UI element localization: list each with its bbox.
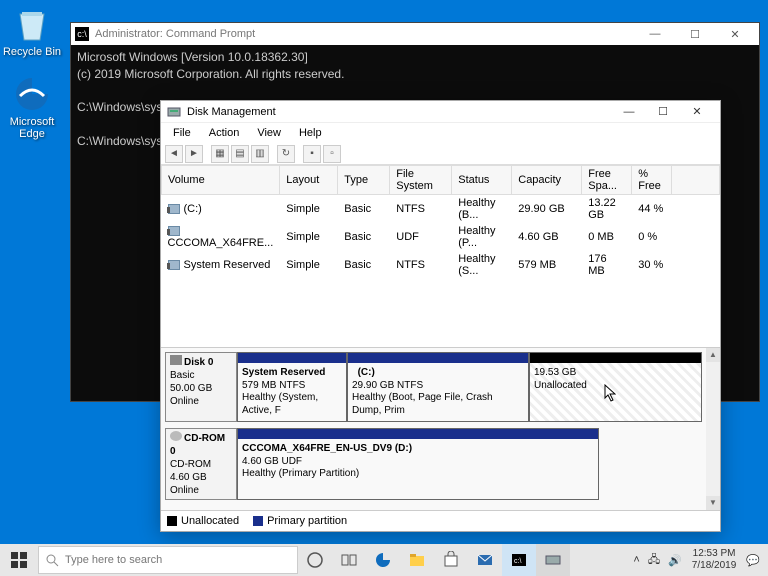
toolbar-view1-button[interactable]: ▦ xyxy=(211,145,229,163)
forward-button[interactable]: ► xyxy=(185,145,203,163)
taskbar-app-edge[interactable] xyxy=(366,544,400,576)
disk-graphical-view: ▲ Disk 0 Basic 50.00 GB Online System Re… xyxy=(161,347,720,510)
disk-management-window[interactable]: Disk Management — ☐ ✕ File Action View H… xyxy=(160,100,721,532)
toolbar-view3-button[interactable]: ▥ xyxy=(251,145,269,163)
taskbar-app-store[interactable] xyxy=(434,544,468,576)
partition-unallocated[interactable]: 19.53 GB Unallocated xyxy=(529,352,702,422)
maximize-button[interactable]: ☐ xyxy=(646,101,680,123)
toolbar-view2-button[interactable]: ▤ xyxy=(231,145,249,163)
legend-swatch-unallocated xyxy=(167,516,177,526)
col-status[interactable]: Status xyxy=(452,166,512,195)
col-freespace[interactable]: Free Spa... xyxy=(582,166,632,195)
disk-row: Disk 0 Basic 50.00 GB Online System Rese… xyxy=(165,352,716,422)
volume-row[interactable]: CCCOMA_X64FRE... Simple Basic UDF Health… xyxy=(162,223,720,251)
cdrom-icon xyxy=(170,431,182,441)
legend-swatch-primary xyxy=(253,516,263,526)
task-view-button[interactable] xyxy=(332,544,366,576)
partition-c[interactable]: (C:) 29.90 GB NTFS Healthy (Boot, Page F… xyxy=(347,352,529,422)
taskbar-app-explorer[interactable] xyxy=(400,544,434,576)
volume-icon xyxy=(168,226,180,236)
disk-icon xyxy=(170,355,182,365)
minimize-button[interactable]: — xyxy=(612,101,646,123)
window-title: Administrator: Command Prompt xyxy=(95,28,255,40)
taskbar: Type here to search c:\ ˄ 🖧 🔊 12:53 PM 7… xyxy=(0,544,768,576)
window-titlebar[interactable]: Disk Management — ☐ ✕ xyxy=(161,101,720,123)
close-button[interactable]: ✕ xyxy=(680,101,714,123)
system-tray: ˄ 🖧 🔊 12:53 PM 7/18/2019 💬 xyxy=(625,548,768,572)
volume-row[interactable]: System Reserved Simple Basic NTFS Health… xyxy=(162,251,720,279)
scrollbar[interactable]: ▲ xyxy=(706,348,720,510)
disk-management-icon xyxy=(167,105,181,119)
svg-text:c:\: c:\ xyxy=(514,558,521,565)
toolbar-grid-button[interactable]: ▫ xyxy=(323,145,341,163)
volume-row[interactable]: (C:) Simple Basic NTFS Healthy (B... 29.… xyxy=(162,195,720,224)
menu-action[interactable]: Action xyxy=(201,125,248,141)
col-layout[interactable]: Layout xyxy=(280,166,338,195)
taskbar-app-mail[interactable] xyxy=(468,544,502,576)
cortana-button[interactable] xyxy=(298,544,332,576)
menu-file[interactable]: File xyxy=(165,125,199,141)
tray-notifications-button[interactable]: 💬 xyxy=(742,554,764,567)
scroll-up-button[interactable]: ▲ xyxy=(706,348,720,362)
close-button[interactable]: ✕ xyxy=(715,23,755,45)
tray-overflow-button[interactable]: ˄ xyxy=(629,554,643,566)
desktop-icon-label: Microsoft Edge xyxy=(2,116,62,140)
minimize-button[interactable]: — xyxy=(635,23,675,45)
tray-clock[interactable]: 12:53 PM 7/18/2019 xyxy=(686,548,743,572)
search-icon xyxy=(45,553,59,567)
window-title: Disk Management xyxy=(187,106,612,118)
refresh-button[interactable]: ↻ xyxy=(277,145,295,163)
cmd-icon: c:\ xyxy=(75,27,89,41)
partition-system-reserved[interactable]: System Reserved 579 MB NTFS Healthy (Sys… xyxy=(237,352,347,422)
scroll-down-button[interactable]: ▼ xyxy=(706,496,720,510)
col-pctfree[interactable]: % Free xyxy=(632,166,672,195)
tray-network-icon[interactable]: 🖧 xyxy=(644,551,664,570)
edge-icon xyxy=(12,74,52,114)
search-input[interactable]: Type here to search xyxy=(38,546,298,574)
col-capacity[interactable]: Capacity xyxy=(512,166,582,195)
disk-row: CD-ROM 0 CD-ROM 4.60 GB Online CCCOMA_X6… xyxy=(165,428,716,500)
search-placeholder: Type here to search xyxy=(65,554,162,566)
volume-list[interactable]: Volume Layout Type File System Status Ca… xyxy=(161,165,720,279)
column-headers[interactable]: Volume Layout Type File System Status Ca… xyxy=(162,166,720,195)
menu-view[interactable]: View xyxy=(249,125,289,141)
toolbar-list-button[interactable]: ▪ xyxy=(303,145,321,163)
desktop-icon-recycle-bin[interactable]: Recycle Bin xyxy=(2,4,62,58)
disk-info[interactable]: Disk 0 Basic 50.00 GB Online xyxy=(165,352,237,422)
tray-volume-icon[interactable]: 🔊 xyxy=(664,554,686,567)
volume-icon xyxy=(168,260,180,270)
start-button[interactable] xyxy=(0,544,38,576)
col-type[interactable]: Type xyxy=(338,166,390,195)
disk-info[interactable]: CD-ROM 0 CD-ROM 4.60 GB Online xyxy=(165,428,237,500)
back-button[interactable]: ◄ xyxy=(165,145,183,163)
volume-list-empty-area[interactable] xyxy=(161,279,720,347)
menu-help[interactable]: Help xyxy=(291,125,330,141)
taskbar-app-diskmgmt[interactable] xyxy=(536,544,570,576)
maximize-button[interactable]: ☐ xyxy=(675,23,715,45)
col-filesystem[interactable]: File System xyxy=(390,166,452,195)
menu-bar: File Action View Help xyxy=(161,123,720,143)
legend: Unallocated Primary partition xyxy=(161,510,720,531)
window-titlebar[interactable]: c:\ Administrator: Command Prompt — ☐ ✕ xyxy=(71,23,759,45)
desktop-icon-edge[interactable]: Microsoft Edge xyxy=(2,74,62,140)
volume-icon xyxy=(168,204,180,214)
toolbar: ◄ ► ▦ ▤ ▥ ↻ ▪ ▫ xyxy=(161,143,720,165)
taskbar-app-cmd[interactable]: c:\ xyxy=(502,544,536,576)
col-volume[interactable]: Volume xyxy=(162,166,280,195)
desktop-icon-label: Recycle Bin xyxy=(2,46,62,58)
partition-cdrom[interactable]: CCCOMA_X64FRE_EN-US_DV9 (D:) 4.60 GB UDF… xyxy=(237,428,599,500)
recycle-bin-icon xyxy=(12,4,52,44)
